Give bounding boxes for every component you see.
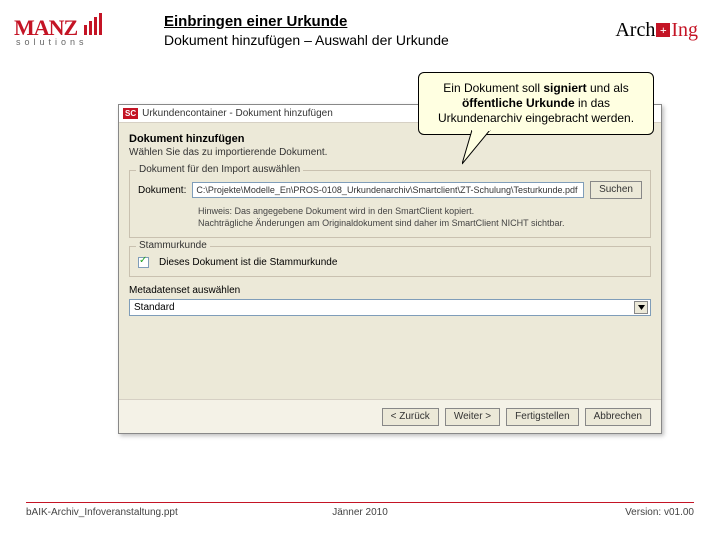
group-metadatenset: Metadatenset auswählen Standard bbox=[129, 285, 651, 316]
add-document-dialog: SC Urkundencontainer - Dokument hinzufüg… bbox=[118, 104, 662, 434]
browse-button[interactable]: Suchen bbox=[590, 181, 642, 199]
arching-logo: Arch+Ing bbox=[588, 19, 698, 42]
group-stamm-legend: Stammurkunde bbox=[136, 240, 210, 251]
stammurkunde-label: Dieses Dokument ist die Stammurkunde bbox=[159, 257, 337, 268]
group-import-legend: Dokument für den Import auswählen bbox=[136, 164, 303, 175]
metadatenset-value: Standard bbox=[134, 302, 175, 313]
import-hint-1: Hinweis: Das angegebene Dokument wird in… bbox=[198, 205, 642, 217]
page-title: Einbringen einer Urkunde bbox=[164, 13, 588, 30]
group-stammurkunde: Stammurkunde Dieses Dokument ist die Sta… bbox=[129, 246, 651, 277]
document-path-input[interactable]: C:\Projekte\Modelle_En\PROS-0108_Urkunde… bbox=[192, 182, 584, 198]
dialog-title: Urkundencontainer - Dokument hinzufügen bbox=[142, 108, 333, 119]
finish-button[interactable]: Fertigstellen bbox=[506, 408, 578, 426]
cancel-button[interactable]: Abbrechen bbox=[585, 408, 651, 426]
footer-date: Jänner 2010 bbox=[26, 507, 694, 518]
dialog-intro: Wählen Sie das zu importierende Dokument… bbox=[129, 147, 651, 158]
page-subtitle: Dokument hinzufügen – Auswahl der Urkund… bbox=[164, 32, 588, 48]
manz-logo: MANZ solutions bbox=[14, 10, 144, 50]
sc-badge-icon: SC bbox=[123, 108, 138, 119]
group-import: Dokument für den Import auswählen Dokume… bbox=[129, 170, 651, 238]
callout-bubble: Ein Dokument soll signiert und als öffen… bbox=[418, 72, 654, 135]
next-button[interactable]: Weiter > bbox=[445, 408, 500, 426]
group-set-legend: Metadatenset auswählen bbox=[129, 285, 651, 296]
import-hint-2: Nachträgliche Änderungen am Originaldoku… bbox=[198, 217, 642, 229]
chevron-down-icon[interactable] bbox=[634, 301, 648, 314]
stammurkunde-checkbox[interactable] bbox=[138, 257, 149, 268]
document-label: Dokument: bbox=[138, 185, 186, 196]
metadatenset-select[interactable]: Standard bbox=[129, 299, 651, 316]
back-button[interactable]: < Zurück bbox=[382, 408, 439, 426]
